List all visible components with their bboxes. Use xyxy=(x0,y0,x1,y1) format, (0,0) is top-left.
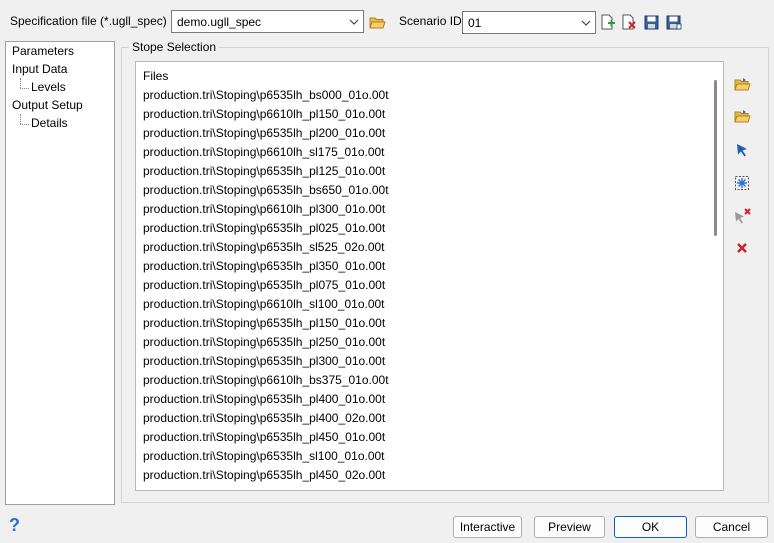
select-pointer-icon[interactable] xyxy=(732,140,752,160)
spec-file-value: demo.ugll_spec xyxy=(177,14,262,29)
delete-scenario-icon[interactable] xyxy=(620,13,638,31)
list-item[interactable]: production.tri\Stoping\p6610lh_pl300_01o… xyxy=(143,202,385,216)
add-file-folder-icon[interactable] xyxy=(732,74,752,94)
list-item[interactable]: production.tri\Stoping\p6535lh_pl250_01o… xyxy=(143,335,385,349)
list-item[interactable]: production.tri\Stoping\p6535lh_pl400_01o… xyxy=(143,392,385,406)
scenario-id-value: 01 xyxy=(468,15,482,30)
files-list-scrollbar[interactable] xyxy=(714,80,717,236)
tree-connector xyxy=(20,88,29,89)
new-scenario-icon[interactable] xyxy=(599,13,617,31)
tree-connector xyxy=(20,78,21,88)
cancel-button[interactable]: Cancel xyxy=(695,516,768,538)
list-item[interactable]: production.tri\Stoping\p6610lh_bs375_01o… xyxy=(143,373,389,387)
save-as-icon[interactable] xyxy=(665,13,683,31)
list-item[interactable]: production.tri\Stoping\p6535lh_pl150_01o… xyxy=(143,316,385,330)
list-item[interactable]: production.tri\Stoping\p6535lh_pl200_01o… xyxy=(143,126,385,140)
list-item[interactable]: production.tri\Stoping\p6535lh_pl450_01o… xyxy=(143,430,385,444)
deselect-pointer-icon[interactable] xyxy=(732,206,752,226)
help-icon[interactable]: ? xyxy=(9,515,20,536)
remove-icon[interactable] xyxy=(732,238,752,258)
tree-item-details[interactable]: Details xyxy=(31,116,68,130)
add-folder-icon[interactable] xyxy=(732,106,752,126)
spec-file-combo[interactable]: demo.ugll_spec xyxy=(171,10,364,33)
list-item[interactable]: production.tri\Stoping\p6535lh_pl125_01o… xyxy=(143,164,385,178)
list-item[interactable]: production.tri\Stoping\p6535lh_pl300_01o… xyxy=(143,354,385,368)
tree-item-levels[interactable]: Levels xyxy=(31,80,66,94)
list-item[interactable]: production.tri\Stoping\p6610lh_pl150_01o… xyxy=(143,107,385,121)
list-item[interactable]: production.tri\Stoping\p6610lh_sl100_01o… xyxy=(143,297,385,311)
tree-item-input-data[interactable]: Input Data xyxy=(12,62,68,76)
tree-item-output-setup[interactable]: Output Setup xyxy=(12,98,83,112)
scenario-id-label: Scenario ID xyxy=(399,14,462,28)
list-item[interactable]: production.tri\Stoping\p6535lh_sl100_01o… xyxy=(143,449,385,463)
chevron-down-icon[interactable] xyxy=(577,12,595,33)
scenario-id-combo[interactable]: 01 xyxy=(462,11,596,34)
chevron-down-icon[interactable] xyxy=(345,11,363,32)
list-item[interactable]: production.tri\Stoping\p6535lh_bs000_01o… xyxy=(143,88,389,102)
list-item[interactable]: production.tri\Stoping\p6535lh_pl075_01o… xyxy=(143,278,385,292)
tree-connector xyxy=(20,114,21,124)
list-item[interactable]: production.tri\Stoping\p6535lh_pl400_02o… xyxy=(143,411,385,425)
preview-button[interactable]: Preview xyxy=(534,516,605,538)
tree-connector xyxy=(20,124,29,125)
list-item[interactable]: production.tri\Stoping\p6535lh_sl525_02o… xyxy=(143,240,385,254)
list-item[interactable]: production.tri\Stoping\p6535lh_pl025_01o… xyxy=(143,221,385,235)
interactive-button[interactable]: Interactive xyxy=(453,516,522,538)
tree-item-parameters[interactable]: Parameters xyxy=(12,44,74,58)
list-item[interactable]: production.tri\Stoping\p6535lh_pl350_01o… xyxy=(143,259,385,273)
list-item[interactable]: production.tri\Stoping\p6535lh_bs650_01o… xyxy=(143,183,389,197)
spec-file-label: Specification file (*.ugll_spec) xyxy=(10,14,167,28)
files-list[interactable]: Files production.tri\Stoping\p6535lh_bs0… xyxy=(135,61,724,491)
list-item[interactable]: production.tri\Stoping\p6610lh_sl175_01o… xyxy=(143,145,385,159)
navigation-tree: Parameters Input Data Levels Output Setu… xyxy=(5,41,115,505)
list-item[interactable]: production.tri\Stoping\p6535lh_pl450_02o… xyxy=(143,468,385,482)
files-column-header: Files xyxy=(143,69,169,83)
select-box-icon[interactable] xyxy=(732,173,752,193)
save-icon[interactable] xyxy=(642,13,660,31)
ok-button[interactable]: OK xyxy=(614,516,687,538)
folder-open-icon[interactable] xyxy=(368,13,386,31)
stope-selection-title: Stope Selection xyxy=(129,40,220,54)
